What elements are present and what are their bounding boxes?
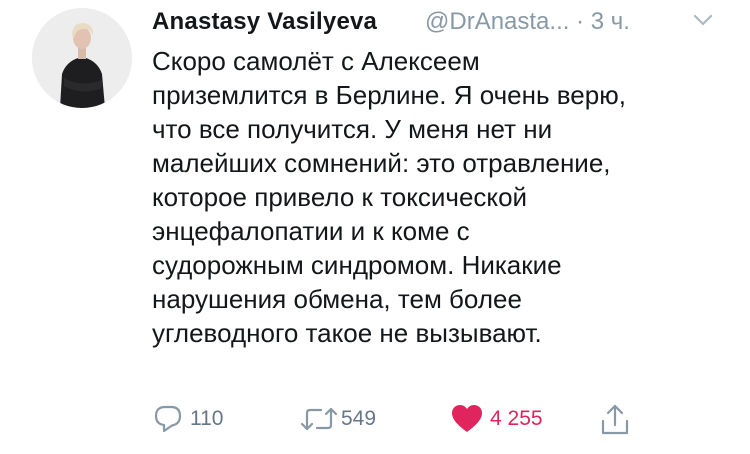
- tweet-text-line: приземлится в Берлине. Я очень верю,: [152, 80, 626, 110]
- reply-icon: [154, 405, 182, 433]
- heart-icon: [452, 405, 482, 432]
- avatar[interactable]: [32, 8, 132, 108]
- tweet-text: Скоро самолёт с Алексеем приземлится в Б…: [152, 44, 727, 350]
- tweet-text-line: судорожным синдромом. Никакие: [152, 250, 562, 280]
- share-button[interactable]: [599, 398, 635, 442]
- retweet-icon: [300, 407, 338, 431]
- tweet-text-line: энцефалопатии и к коме с: [152, 216, 470, 246]
- author-handle[interactable]: @DrAnasta...: [425, 8, 569, 35]
- reply-button[interactable]: 110: [152, 398, 262, 442]
- author-handle-and-time[interactable]: @DrAnasta... · 3 ч.: [425, 8, 630, 36]
- author-name[interactable]: Anastasy Vasilyeva: [152, 8, 377, 36]
- chevron-down-icon[interactable]: [692, 10, 714, 30]
- tweet-header: Anastasy Vasilyeva @DrAnasta... · 3 ч.: [152, 6, 730, 38]
- tweet-text-line: нарушения обмена, тем более: [152, 284, 522, 314]
- tweet[interactable]: Anastasy Vasilyeva @DrAnasta... · 3 ч. С…: [0, 0, 750, 454]
- share-icon: [601, 404, 629, 435]
- tweet-text-line: которое привело к токсической: [152, 182, 528, 212]
- tweet-actions: 110 549 4 255: [152, 398, 652, 442]
- tweet-text-line: Скоро самолёт с Алексеем: [152, 46, 480, 76]
- reply-count: 110: [190, 407, 224, 430]
- like-count: 4 255: [490, 407, 543, 430]
- tweet-text-line: что все получится. У меня нет ни: [152, 114, 553, 144]
- like-button[interactable]: 4 255: [450, 398, 570, 442]
- retweet-button[interactable]: 549: [299, 398, 409, 442]
- tweet-time[interactable]: · 3 ч.: [576, 8, 630, 35]
- tweet-text-line: малейших сомнений: это отравление,: [152, 148, 611, 178]
- retweet-count: 549: [341, 407, 377, 430]
- tweet-text-line: углеводного такое не вызывают.: [152, 318, 542, 348]
